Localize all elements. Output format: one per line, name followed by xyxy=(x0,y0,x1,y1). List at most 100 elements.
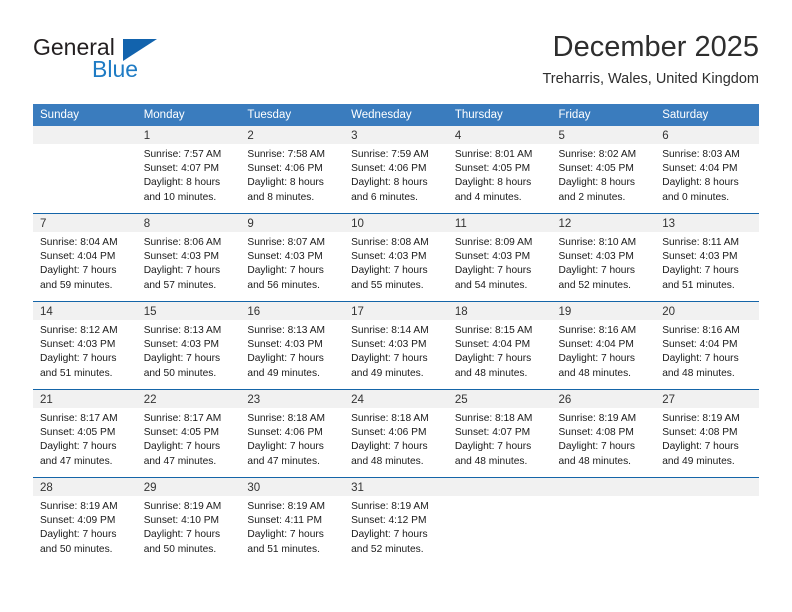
daylight-text-line2: and 48 minutes. xyxy=(454,367,528,379)
day-info-cell[interactable]: Sunrise: 8:03 AM Sunset: 4:04 PM Daylight:… xyxy=(655,144,759,213)
day-info-cell[interactable]: Sunrise: 8:18 AM Sunset: 4:06 PM Daylight:… xyxy=(344,408,448,477)
day-info-cell[interactable]: Sunrise: 8:12 AM Sunset: 4:03 PM Daylight:… xyxy=(33,320,137,389)
day-number-cell[interactable]: 3 xyxy=(344,126,448,144)
day-info-cell[interactable]: Sunrise: 8:15 AM Sunset: 4:04 PM Daylight:… xyxy=(447,320,552,389)
day-number-cell[interactable]: 16 xyxy=(240,302,345,320)
daylight-text-line1: Daylight: 7 hours xyxy=(558,353,635,365)
day-number-cell[interactable]: 20 xyxy=(655,302,759,320)
day-info-cell[interactable]: Sunrise: 8:08 AM Sunset: 4:03 PM Daylight:… xyxy=(344,232,448,301)
daylight-text-line2: and 51 minutes. xyxy=(247,543,320,555)
daylight-text-line1: Daylight: 7 hours xyxy=(143,353,221,365)
day-info-cell[interactable]: Sunrise: 8:17 AM Sunset: 4:05 PM Daylight:… xyxy=(136,408,241,477)
day-number-cell[interactable]: 2 xyxy=(240,126,345,144)
day-number-cell[interactable]: 25 xyxy=(447,390,552,408)
day-info: Sunrise: 7:58 AM Sunset: 4:06 PM Daylight:… xyxy=(240,144,344,205)
daylight-text-line2: and 47 minutes. xyxy=(247,455,320,467)
day-number: 7 xyxy=(40,218,47,230)
day-number-cell[interactable]: 26 xyxy=(551,390,656,408)
day-info-cell[interactable]: Sunrise: 8:01 AM Sunset: 4:05 PM Daylight:… xyxy=(447,144,552,213)
sunset-text: Sunset: 4:12 PM xyxy=(351,515,427,527)
day-info-cell[interactable]: Sunrise: 8:13 AM Sunset: 4:03 PM Daylight:… xyxy=(240,320,345,389)
day-info-cell[interactable]: Sunrise: 8:19 AM Sunset: 4:12 PM Daylight:… xyxy=(344,496,448,565)
day-info-cell[interactable]: Sunrise: 8:02 AM Sunset: 4:05 PM Daylight:… xyxy=(551,144,656,213)
day-info-cell[interactable]: Sunrise: 8:14 AM Sunset: 4:03 PM Daylight:… xyxy=(344,320,448,389)
day-number-cell[interactable]: 11 xyxy=(447,214,552,232)
sunrise-text: Sunrise: 8:08 AM xyxy=(351,237,429,248)
day-info-cell[interactable]: Sunrise: 7:58 AM Sunset: 4:06 PM Daylight:… xyxy=(240,144,345,213)
day-info-cell[interactable]: Sunrise: 8:11 AM Sunset: 4:03 PM Daylight:… xyxy=(655,232,759,301)
day-number-cell[interactable]: 10 xyxy=(344,214,448,232)
empty-day-cell xyxy=(33,126,137,144)
day-detail-row: Sunrise: 8:17 AM Sunset: 4:05 PM Daylight:… xyxy=(33,408,759,477)
day-number-cell[interactable]: 28 xyxy=(33,478,137,496)
day-info-cell[interactable]: Sunrise: 8:19 AM Sunset: 4:11 PM Daylight:… xyxy=(240,496,345,565)
day-number: 24 xyxy=(351,394,364,406)
sunrise-text: Sunrise: 8:19 AM xyxy=(40,501,118,512)
daylight-text-line2: and 10 minutes. xyxy=(143,191,217,203)
day-info-cell[interactable]: Sunrise: 8:19 AM Sunset: 4:10 PM Daylight:… xyxy=(136,496,241,565)
day-number-cell[interactable]: 12 xyxy=(551,214,656,232)
day-number-cell[interactable]: 29 xyxy=(136,478,241,496)
sunrise-text: Sunrise: 8:18 AM xyxy=(454,413,533,424)
daylight-text-line2: and 59 minutes. xyxy=(40,279,113,291)
day-info-cell[interactable]: Sunrise: 8:19 AM Sunset: 4:08 PM Daylight:… xyxy=(655,408,759,477)
day-number-cell[interactable]: 27 xyxy=(655,390,759,408)
day-info: Sunrise: 8:15 AM Sunset: 4:04 PM Daylight:… xyxy=(448,320,552,381)
empty-day-cell xyxy=(551,478,656,496)
day-info: Sunrise: 8:19 AM Sunset: 4:08 PM Daylight:… xyxy=(552,408,656,469)
daylight-text-line2: and 49 minutes. xyxy=(351,367,424,379)
day-info-cell[interactable]: Sunrise: 8:19 AM Sunset: 4:08 PM Daylight:… xyxy=(551,408,656,477)
logo-text-blue: Blue xyxy=(92,56,139,82)
day-info-cell[interactable]: Sunrise: 7:57 AM Sunset: 4:07 PM Daylight:… xyxy=(136,144,241,213)
day-number-cell[interactable]: 24 xyxy=(344,390,448,408)
day-number-cell[interactable]: 31 xyxy=(344,478,448,496)
day-number-cell[interactable]: 22 xyxy=(136,390,241,408)
day-info-cell[interactable]: Sunrise: 8:16 AM Sunset: 4:04 PM Daylight:… xyxy=(655,320,759,389)
day-info-cell[interactable]: Sunrise: 8:16 AM Sunset: 4:04 PM Daylight:… xyxy=(551,320,656,389)
day-number-cell[interactable]: 1 xyxy=(136,126,241,144)
day-number: 2 xyxy=(247,130,254,142)
day-info-cell[interactable]: Sunrise: 8:07 AM Sunset: 4:03 PM Daylight:… xyxy=(240,232,345,301)
day-number-cell[interactable]: 18 xyxy=(447,302,552,320)
day-info: Sunrise: 8:14 AM Sunset: 4:03 PM Daylight:… xyxy=(344,320,448,381)
day-info-cell[interactable]: Sunrise: 8:04 AM Sunset: 4:04 PM Daylight:… xyxy=(33,232,137,301)
sunset-text: Sunset: 4:03 PM xyxy=(662,251,738,263)
day-info-cell[interactable]: Sunrise: 8:18 AM Sunset: 4:06 PM Daylight:… xyxy=(240,408,345,477)
sunset-text: Sunset: 4:06 PM xyxy=(247,163,323,175)
day-info-cell[interactable]: Sunrise: 8:18 AM Sunset: 4:07 PM Daylight:… xyxy=(447,408,552,477)
day-number-cell[interactable]: 21 xyxy=(33,390,137,408)
day-number: 10 xyxy=(351,218,364,230)
day-number-cell[interactable]: 6 xyxy=(655,126,759,144)
day-number-cell[interactable]: 14 xyxy=(33,302,137,320)
daylight-text-line2: and 51 minutes. xyxy=(662,279,735,291)
general-blue-logo[interactable]: General Blue xyxy=(33,34,273,90)
day-info: Sunrise: 8:08 AM Sunset: 4:03 PM Daylight:… xyxy=(344,232,448,293)
day-info-cell[interactable]: Sunrise: 8:10 AM Sunset: 4:03 PM Daylight:… xyxy=(551,232,656,301)
sunrise-text: Sunrise: 8:17 AM xyxy=(143,413,222,424)
sunrise-text: Sunrise: 8:03 AM xyxy=(662,149,740,160)
day-number-cell[interactable]: 7 xyxy=(33,214,137,232)
day-number-cell[interactable]: 23 xyxy=(240,390,345,408)
day-info-cell[interactable]: Sunrise: 8:19 AM Sunset: 4:09 PM Daylight:… xyxy=(33,496,137,565)
daylight-text-line2: and 54 minutes. xyxy=(454,279,528,291)
day-number-cell[interactable]: 17 xyxy=(344,302,448,320)
sunrise-sunset-calendar: Sunday Monday Tuesday Wednesday Thursday… xyxy=(33,104,759,565)
sunrise-text: Sunrise: 8:02 AM xyxy=(558,149,637,160)
day-info-cell[interactable]: Sunrise: 8:06 AM Sunset: 4:03 PM Daylight:… xyxy=(136,232,241,301)
day-number-cell[interactable]: 8 xyxy=(136,214,241,232)
day-info-cell[interactable]: Sunrise: 8:17 AM Sunset: 4:05 PM Daylight:… xyxy=(33,408,137,477)
day-info-cell[interactable]: Sunrise: 8:13 AM Sunset: 4:03 PM Daylight:… xyxy=(136,320,241,389)
day-info-cell[interactable]: Sunrise: 7:59 AM Sunset: 4:06 PM Daylight:… xyxy=(344,144,448,213)
day-info: Sunrise: 8:19 AM Sunset: 4:11 PM Daylight:… xyxy=(240,496,344,557)
day-number: 9 xyxy=(247,218,254,230)
day-number-cell[interactable]: 15 xyxy=(136,302,241,320)
day-number-cell[interactable]: 19 xyxy=(551,302,656,320)
day-number-cell[interactable]: 13 xyxy=(655,214,759,232)
day-info-cell[interactable]: Sunrise: 8:09 AM Sunset: 4:03 PM Daylight:… xyxy=(447,232,552,301)
day-number-cell[interactable]: 9 xyxy=(240,214,345,232)
day-number-cell[interactable]: 30 xyxy=(240,478,345,496)
day-number: 3 xyxy=(351,130,358,142)
day-number-cell[interactable]: 5 xyxy=(551,126,656,144)
weekday-header-thursday: Thursday xyxy=(447,104,552,126)
day-number-cell[interactable]: 4 xyxy=(447,126,552,144)
